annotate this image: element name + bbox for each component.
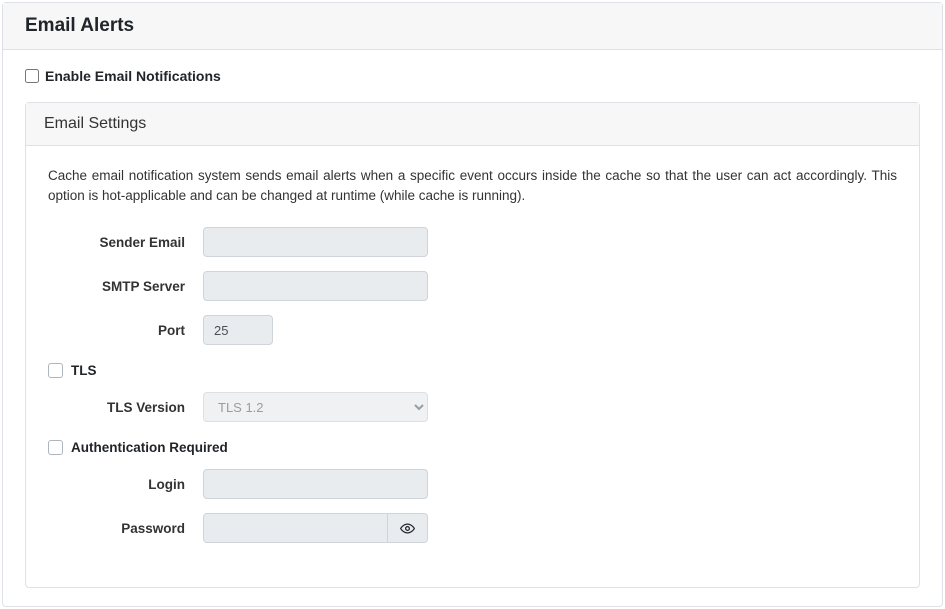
sender-email-row: Sender Email (48, 227, 897, 257)
tls-version-label: TLS Version (48, 400, 203, 415)
tls-row: TLS (48, 363, 897, 378)
enable-email-checkbox[interactable] (25, 69, 39, 83)
panel-header: Email Alerts (3, 3, 942, 50)
email-settings-panel: Email Settings Cache email notification … (25, 102, 920, 588)
toggle-password-button[interactable] (388, 513, 428, 543)
smtp-server-label: SMTP Server (48, 279, 203, 294)
panel-body: Enable Email Notifications Email Setting… (3, 50, 942, 606)
password-input[interactable] (203, 513, 388, 543)
tls-label: TLS (71, 363, 97, 378)
page-title: Email Alerts (25, 15, 920, 37)
password-label: Password (48, 521, 203, 536)
eye-icon (400, 521, 415, 536)
tls-version-select[interactable]: TLS 1.2 (203, 392, 428, 422)
enable-email-label: Enable Email Notifications (45, 68, 221, 84)
email-alerts-panel: Email Alerts Enable Email Notifications … (2, 2, 943, 607)
password-row: Password (48, 513, 897, 543)
tls-checkbox[interactable] (48, 363, 63, 378)
smtp-server-row: SMTP Server (48, 271, 897, 301)
auth-required-checkbox[interactable] (48, 440, 63, 455)
login-row: Login (48, 469, 897, 499)
password-input-group (203, 513, 428, 543)
auth-required-row: Authentication Required (48, 440, 897, 455)
email-settings-title: Email Settings (26, 103, 919, 146)
sender-email-label: Sender Email (48, 235, 203, 250)
auth-required-label: Authentication Required (71, 440, 228, 455)
login-label: Login (48, 477, 203, 492)
port-input[interactable] (203, 315, 273, 345)
tls-version-row: TLS Version TLS 1.2 (48, 392, 897, 422)
enable-email-row: Enable Email Notifications (25, 68, 920, 84)
port-row: Port (48, 315, 897, 345)
port-label: Port (48, 323, 203, 338)
login-input[interactable] (203, 469, 428, 499)
settings-description: Cache email notification system sends em… (48, 166, 897, 205)
smtp-server-input[interactable] (203, 271, 428, 301)
email-settings-body: Cache email notification system sends em… (26, 146, 919, 587)
sender-email-input[interactable] (203, 227, 428, 257)
